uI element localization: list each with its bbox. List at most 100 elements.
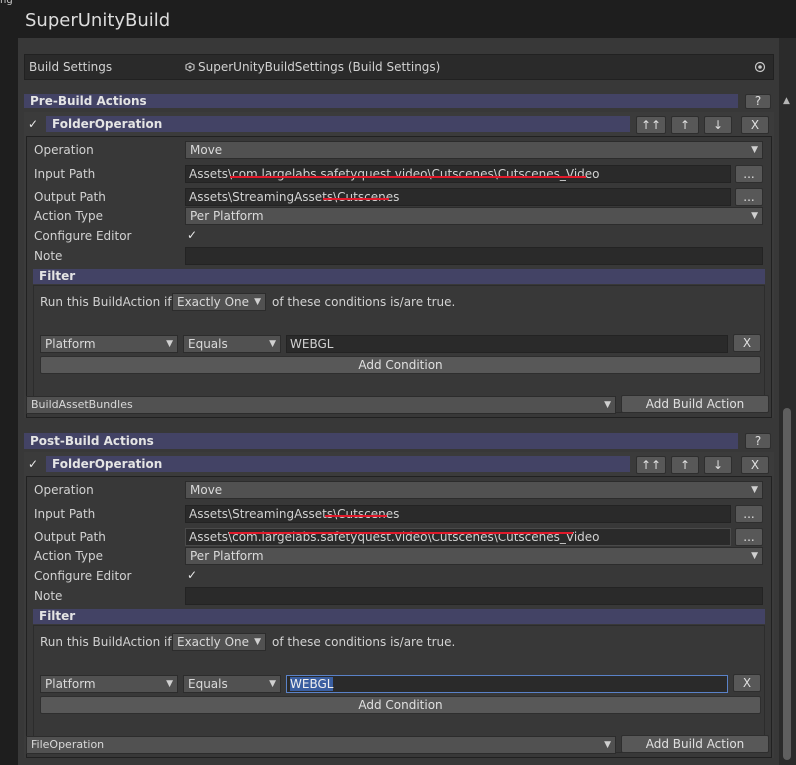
post-condition-value-selection: WEBGL [290,677,334,691]
pre-action-title: FolderOperation [46,116,630,132]
post-move-down-button[interactable]: ↓ [704,456,732,474]
object-picker-icon[interactable] [754,61,766,73]
annotation-strike [229,532,573,534]
chevron-down-icon: ▼ [166,679,173,689]
post-note-label: Note [34,589,63,603]
pre-move-down-button[interactable]: ↓ [704,116,732,134]
chevron-down-icon: ▼ [254,637,261,647]
pre-filter-mode-dropdown[interactable]: Exactly One ▼ [172,293,266,311]
pre-action-type-value: Per Platform [190,209,264,223]
post-operation-dropdown[interactable]: Move ▼ [185,481,763,499]
post-condition-remove-button[interactable]: X [733,674,761,692]
pre-build-help-button[interactable]: ? [745,94,771,109]
pre-condition-remove-button[interactable]: X [733,334,761,352]
pre-input-path-label: Input Path [34,167,96,181]
pre-condition-comparison-value: Equals [188,337,228,351]
pre-action-enabled-checkbox[interactable]: ✓ [28,117,38,131]
pre-operation-value: Move [190,143,223,157]
window-corner-text: ng [0,0,13,6]
pre-remove-action-button[interactable]: X [741,116,769,134]
post-build-section: ✓ FolderOperation ↑↑ ↑ ↓ X Operation Mov… [24,452,774,758]
post-remove-action-button[interactable]: X [741,456,769,474]
post-action-title: FolderOperation [46,456,630,472]
pre-output-browse-button[interactable]: ... [735,188,763,206]
post-output-path-label: Output Path [34,530,106,544]
post-configure-editor-checkbox[interactable]: ✓ [187,568,197,582]
pre-condition-type-value: Platform [45,337,96,351]
build-settings-row: Build Settings SuperUnityBuildSettings (… [24,54,774,80]
pre-output-path-field[interactable]: Assets\StreamingAssets\Cutscenes [185,188,731,206]
build-settings-field[interactable]: SuperUnityBuildSettings (Build Settings) [181,58,769,76]
post-action-type-label: Action Type [34,549,103,563]
post-move-up-button[interactable]: ↑ [671,456,699,474]
window-title: SuperUnityBuild [25,10,171,31]
post-filter-prefix: Run this BuildAction if [40,635,172,649]
post-add-build-action-button[interactable]: Add Build Action [621,735,769,753]
post-add-condition-button[interactable]: Add Condition [40,696,761,714]
chevron-down-icon: ▼ [269,679,276,689]
post-move-top-button[interactable]: ↑↑ [636,456,666,474]
pre-note-field[interactable] [185,247,763,265]
pre-add-condition-button[interactable]: Add Condition [40,356,761,374]
chevron-down-icon: ▼ [751,211,758,221]
post-condition-type-value: Platform [45,677,96,691]
pre-add-action-value: BuildAssetBundles [31,398,133,411]
pre-move-up-button[interactable]: ↑ [671,116,699,134]
scroll-up-arrow-icon[interactable]: ▲ [783,96,790,106]
pre-note-label: Note [34,249,63,263]
post-filter-mode-dropdown[interactable]: Exactly One ▼ [172,633,266,651]
pre-build-header: Pre-Build Actions [24,94,738,108]
annotation-strike [230,176,586,178]
post-output-browse-button[interactable]: ... [735,528,763,546]
post-action-enabled-checkbox[interactable]: ✓ [28,457,38,471]
pre-input-path-field[interactable]: Assets\com.largelabs.safetyquest.video\C… [185,165,731,183]
pre-action-type-dropdown[interactable]: Per Platform ▼ [185,207,763,225]
post-build-help-button[interactable]: ? [745,433,771,449]
inspector-content: Build Settings SuperUnityBuildSettings (… [18,38,779,765]
post-operation-label: Operation [34,483,94,497]
post-condition-comparison-value: Equals [188,677,228,691]
scriptable-object-icon [185,61,195,72]
chevron-down-icon: ▼ [604,400,611,410]
post-condition-value-field[interactable]: WEBGL [286,675,728,693]
chevron-down-icon: ▼ [166,339,173,349]
pre-add-build-action-button[interactable]: Add Build Action [621,395,769,413]
post-action-body: Operation Move ▼ Input Path Assets\Strea… [26,476,772,758]
annotation-strike [325,515,387,517]
pre-filter-prefix: Run this BuildAction if [40,295,172,309]
annotation-strike [323,198,389,200]
post-condition-type-dropdown[interactable]: Platform ▼ [40,675,178,693]
chevron-down-icon: ▼ [751,485,758,495]
pre-condition-value-field[interactable]: WEBGL [286,335,728,353]
pre-operation-label: Operation [34,143,94,157]
post-action-type-dropdown[interactable]: Per Platform ▼ [185,547,763,565]
build-settings-label: Build Settings [29,60,113,74]
pre-condition-comparison-dropdown[interactable]: Equals ▼ [183,335,281,353]
post-output-path-field[interactable]: Assets\com.largelabs.safetyquest.video\C… [185,528,731,546]
build-settings-value: SuperUnityBuildSettings (Build Settings) [198,60,441,74]
pre-configure-editor-checkbox[interactable]: ✓ [187,228,197,242]
scrollbar-thumb[interactable] [783,408,791,760]
pre-input-browse-button[interactable]: ... [735,165,763,183]
post-filter-mode-value: Exactly One [177,635,250,649]
pre-action-type-label: Action Type [34,209,103,223]
post-add-action-select[interactable]: FileOperation ▼ [26,736,616,754]
post-filter-suffix: of these conditions is/are true. [272,635,456,649]
pre-filter-mode-value: Exactly One [177,295,250,309]
pre-action-body: Operation Move ▼ Input Path Assets\com.l… [26,136,772,418]
pre-filter-suffix: of these conditions is/are true. [272,295,456,309]
pre-add-action-select[interactable]: BuildAssetBundles ▼ [26,396,616,414]
pre-condition-type-dropdown[interactable]: Platform ▼ [40,335,178,353]
pre-move-top-button[interactable]: ↑↑ [636,116,666,134]
post-note-field[interactable] [185,587,763,605]
post-input-path-field[interactable]: Assets\StreamingAssets\Cutscenes [185,505,731,523]
inspector-scrollbar[interactable]: ▲ [779,38,796,765]
pre-operation-dropdown[interactable]: Move ▼ [185,141,763,159]
chevron-down-icon: ▼ [604,740,611,750]
post-condition-comparison-dropdown[interactable]: Equals ▼ [183,675,281,693]
post-filter-box: Run this BuildAction if Exactly One ▼ of… [33,625,765,753]
post-filter-header: Filter [33,609,765,624]
chevron-down-icon: ▼ [751,145,758,155]
post-input-browse-button[interactable]: ... [735,505,763,523]
chevron-down-icon: ▼ [269,339,276,349]
